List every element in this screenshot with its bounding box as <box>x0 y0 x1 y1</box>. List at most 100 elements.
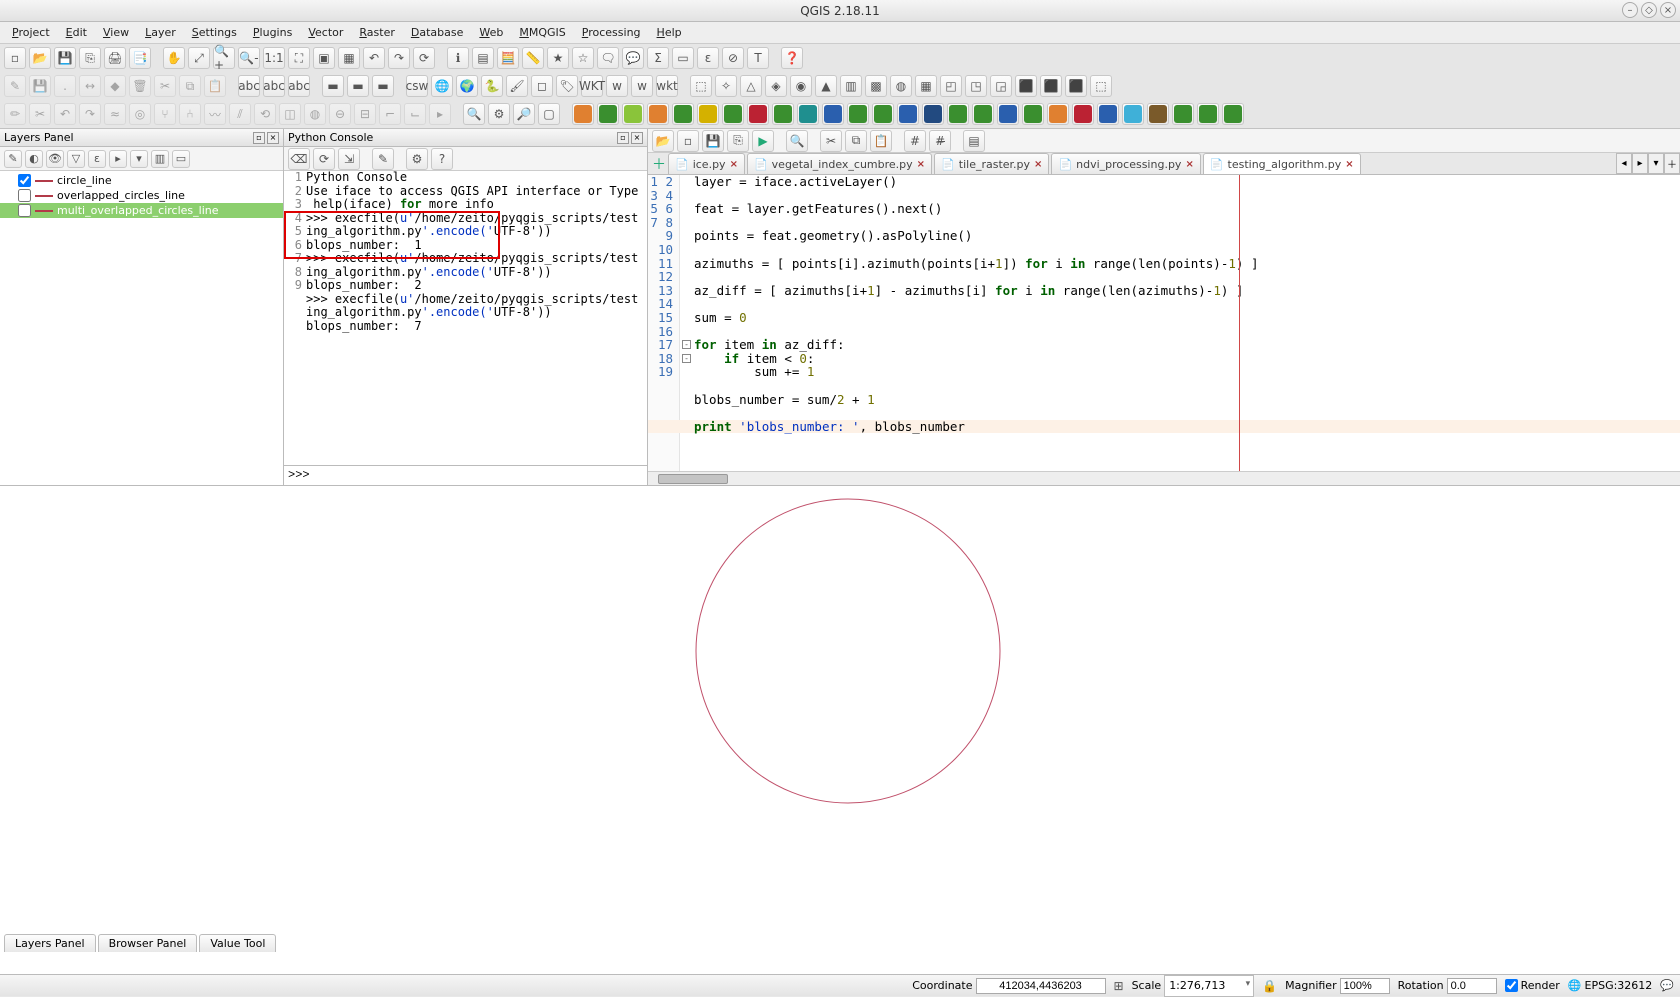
rotation-input[interactable] <box>1447 978 1497 994</box>
plugin-tile-16-icon[interactable] <box>972 103 994 125</box>
simplify-icon[interactable]: ≈ <box>104 103 126 125</box>
tab-close-icon[interactable]: × <box>1345 159 1353 170</box>
tab-close-icon[interactable]: × <box>917 159 925 170</box>
pan-selection-icon[interactable]: ⤢ <box>188 47 210 69</box>
editor-tab-4[interactable]: 📄testing_algorithm.py× <box>1203 153 1361 174</box>
menu-project[interactable]: Project <box>4 24 58 41</box>
zoom-layer-icon[interactable]: ▦ <box>338 47 360 69</box>
ed-new-icon[interactable]: ▫ <box>677 130 699 152</box>
tab-close-icon[interactable]: × <box>730 159 738 170</box>
lock-icon[interactable]: 🔒 <box>1262 979 1277 993</box>
py-import-icon[interactable]: ⇲ <box>338 148 360 170</box>
zoom-last-icon[interactable]: ↶ <box>363 47 385 69</box>
python-input[interactable]: >>> <box>284 465 647 485</box>
python-output[interactable]: 1 2 3 4 5 6 7 8 9 Python Console Use ifa… <box>284 171 647 465</box>
plugin-tile-18-icon[interactable] <box>1022 103 1044 125</box>
paste-icon[interactable]: 📋 <box>204 75 226 97</box>
metasearch-icon[interactable]: 🌐 <box>431 75 453 97</box>
plugin-tile-24-icon[interactable] <box>1172 103 1194 125</box>
edit-pencil-icon[interactable]: ✏ <box>4 103 26 125</box>
row3-find-icon[interactable]: 🔎 <box>513 103 535 125</box>
rotate-icon[interactable]: ⟲ <box>254 103 276 125</box>
plugin-extra-icon[interactable]: ⬚ <box>1090 75 1112 97</box>
plugin-1-icon[interactable]: ⬚ <box>690 75 712 97</box>
plugin-15-icon[interactable]: ⬛ <box>1040 75 1062 97</box>
magnifier-input[interactable] <box>1340 978 1390 994</box>
ed-find-icon[interactable]: 🔍 <box>786 130 808 152</box>
merge-icon[interactable]: ⑃ <box>179 103 201 125</box>
layer-style-icon[interactable]: ✎ <box>4 150 22 168</box>
color-swatch-2-icon[interactable]: ▬ <box>347 75 369 97</box>
plugin-13-icon[interactable]: ◲ <box>990 75 1012 97</box>
layer-remove-icon[interactable]: ▭ <box>172 150 190 168</box>
plugin-tile-13-icon[interactable] <box>897 103 919 125</box>
plugin-12-icon[interactable]: ◳ <box>965 75 987 97</box>
plugin-10-icon[interactable]: ▦ <box>915 75 937 97</box>
split-icon[interactable]: ⑂ <box>154 103 176 125</box>
wkt2-icon[interactable]: w <box>631 75 653 97</box>
ed-open-icon[interactable]: 📂 <box>652 130 674 152</box>
trim-icon[interactable]: ⌐ <box>379 103 401 125</box>
menu-edit[interactable]: Edit <box>58 24 95 41</box>
menu-layer[interactable]: Layer <box>137 24 184 41</box>
row3-box-icon[interactable]: ▢ <box>538 103 560 125</box>
node-tool-icon[interactable]: ◆ <box>104 75 126 97</box>
editor-add-tab-icon[interactable]: ＋ <box>650 153 668 174</box>
layer-filter-icon[interactable]: ◐ <box>25 150 43 168</box>
crs-icon[interactable]: 🌐 <box>1568 979 1582 992</box>
zoom-out-icon[interactable]: 🔍- <box>238 47 260 69</box>
tab-nav-1-icon[interactable]: ▸ <box>1632 153 1648 174</box>
move-feature-icon[interactable]: ↔ <box>79 75 101 97</box>
ring-icon[interactable]: ◎ <box>129 103 151 125</box>
save-edits-icon[interactable]: 💾 <box>29 75 51 97</box>
plugin-tile-15-icon[interactable] <box>947 103 969 125</box>
plugin-tile-20-icon[interactable] <box>1072 103 1094 125</box>
fold-marker-icon[interactable]: - <box>682 340 691 349</box>
plugin-tile-8-icon[interactable] <box>772 103 794 125</box>
extent-icon[interactable]: ◻ <box>531 75 553 97</box>
layer-group-icon[interactable]: ▥ <box>151 150 169 168</box>
layer-checkbox[interactable] <box>18 174 31 187</box>
epsg-label[interactable]: EPSG:32612 <box>1585 979 1653 992</box>
bookmarks-icon[interactable]: ★ <box>547 47 569 69</box>
arrow-icon[interactable]: ▸ <box>429 103 451 125</box>
toggle-edit-icon[interactable]: ✎ <box>4 75 26 97</box>
field-calc-icon[interactable]: 🧮 <box>497 47 519 69</box>
py-settings-icon[interactable]: ⚙ <box>406 148 428 170</box>
statistics-icon[interactable]: Σ <box>647 47 669 69</box>
layer-expand-icon[interactable]: ▸ <box>109 150 127 168</box>
extents-icon[interactable]: ⊞ <box>1114 979 1124 993</box>
tab-nav-0-icon[interactable]: ◂ <box>1616 153 1632 174</box>
brush-icon[interactable]: 🖌 <box>506 75 528 97</box>
panel-close-icon[interactable]: × <box>631 132 643 144</box>
reshape-icon[interactable]: 〰 <box>204 103 226 125</box>
plugin-tile-6-icon[interactable] <box>722 103 744 125</box>
plugin-14-icon[interactable]: ⬛ <box>1015 75 1037 97</box>
open-table-icon[interactable]: ▤ <box>472 47 494 69</box>
map-canvas[interactable]: Layers PanelBrowser PanelValue Tool <box>0 485 1680 974</box>
py-run-icon[interactable]: ⟳ <box>313 148 335 170</box>
bottom-tab-0[interactable]: Layers Panel <box>4 934 96 952</box>
layer-collapse-icon[interactable]: ▾ <box>130 150 148 168</box>
plugin-tile-21-icon[interactable] <box>1097 103 1119 125</box>
row3-zoom-icon[interactable]: 🔍 <box>463 103 485 125</box>
menu-view[interactable]: View <box>95 24 137 41</box>
scale-combo[interactable]: 1:276,713 <box>1164 975 1254 997</box>
csw-icon[interactable]: csw <box>406 75 428 97</box>
ed-cut-icon[interactable]: ✂ <box>820 130 842 152</box>
maximize-icon[interactable]: ◇ <box>1641 2 1657 18</box>
measure-icon[interactable]: 📏 <box>522 47 544 69</box>
osm-icon[interactable]: 🌍 <box>456 75 478 97</box>
bottom-tab-1[interactable]: Browser Panel <box>98 934 198 952</box>
annotation-icon[interactable]: 🗨 <box>597 47 619 69</box>
layer-checkbox[interactable] <box>18 204 31 217</box>
undo-icon[interactable]: ↶ <box>54 103 76 125</box>
extend-icon[interactable]: ⌙ <box>404 103 426 125</box>
close-icon[interactable]: × <box>1660 2 1676 18</box>
editor-hscrollbar[interactable] <box>648 471 1680 485</box>
plugin-tile-10-icon[interactable] <box>822 103 844 125</box>
editor-tab-2[interactable]: 📄tile_raster.py× <box>934 153 1049 174</box>
editor-tab-1[interactable]: 📄vegetal_index_cumbre.py× <box>747 153 932 174</box>
delete-ring-icon[interactable]: ⊖ <box>329 103 351 125</box>
layer-item-0[interactable]: circle_line <box>0 173 283 188</box>
